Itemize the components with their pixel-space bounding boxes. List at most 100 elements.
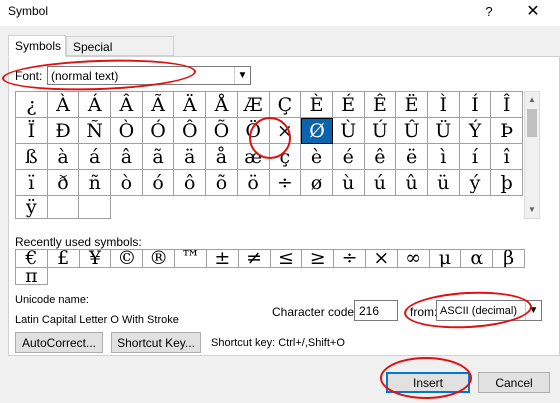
symbol-cell[interactable]: ú: [364, 170, 397, 196]
close-icon[interactable]: ✕: [518, 2, 548, 22]
symbol-cell[interactable]: Ñ: [79, 118, 112, 144]
insert-button[interactable]: Insert: [386, 372, 470, 393]
recent-symbol-cell[interactable]: ≠: [238, 250, 271, 268]
symbol-cell[interactable]: Ô: [174, 118, 207, 144]
symbol-cell[interactable]: ç: [269, 144, 302, 170]
symbol-cell[interactable]: È: [301, 92, 333, 118]
chevron-down-icon[interactable]: ▼: [234, 67, 250, 84]
symbol-cell[interactable]: Ï: [16, 118, 48, 144]
symbol-cell[interactable]: Ó: [142, 118, 175, 144]
symbol-cell[interactable]: Ç: [269, 92, 302, 118]
symbol-cell[interactable]: õ: [206, 170, 238, 196]
symbol-cell[interactable]: ¿: [16, 92, 48, 118]
symbol-cell[interactable]: Õ: [206, 118, 238, 144]
symbol-cell[interactable]: ù: [332, 170, 365, 196]
symbol-cell[interactable]: ×: [269, 118, 302, 144]
scroll-up-icon[interactable]: ▲: [525, 92, 539, 108]
symbol-cell[interactable]: æ: [237, 144, 270, 170]
recent-symbol-cell[interactable]: €: [16, 250, 48, 268]
symbol-cell[interactable]: Ò: [111, 118, 143, 144]
symbol-cell[interactable]: ß: [16, 144, 48, 170]
recent-symbol-cell[interactable]: £: [47, 250, 80, 268]
symbol-cell[interactable]: ï: [16, 170, 48, 196]
symbol-cell[interactable]: á: [79, 144, 112, 170]
symbol-cell[interactable]: ò: [111, 170, 143, 196]
symbol-cell[interactable]: [79, 196, 112, 219]
symbol-cell[interactable]: â: [111, 144, 143, 170]
symbol-cell[interactable]: è: [301, 144, 333, 170]
symbol-cell[interactable]: å: [206, 144, 238, 170]
symbol-cell[interactable]: Ä: [174, 92, 207, 118]
symbol-cell[interactable]: î: [491, 144, 523, 170]
font-dropdown[interactable]: (normal text) ▼: [47, 66, 251, 85]
symbol-cell[interactable]: Á: [79, 92, 112, 118]
symbol-cell[interactable]: Þ: [491, 118, 523, 144]
symbol-cell[interactable]: Ã: [142, 92, 175, 118]
symbol-cell[interactable]: Ë: [396, 92, 428, 118]
symbol-cell[interactable]: Î: [491, 92, 523, 118]
help-icon[interactable]: ?: [474, 2, 504, 22]
symbol-cell[interactable]: Ê: [364, 92, 397, 118]
symbol-cell[interactable]: ô: [174, 170, 207, 196]
recent-symbol-cell[interactable]: ≤: [270, 250, 303, 268]
symbol-cell[interactable]: Ö: [237, 118, 270, 144]
symbol-cell[interactable]: Å: [206, 92, 238, 118]
symbol-cell[interactable]: é: [332, 144, 365, 170]
recent-symbol-cell[interactable]: ×: [365, 250, 398, 268]
symbol-cell[interactable]: ð: [47, 170, 80, 196]
symbol-cell[interactable]: Ý: [459, 118, 492, 144]
symbol-cell[interactable]: û: [396, 170, 428, 196]
recent-symbol-cell[interactable]: ±: [206, 250, 239, 268]
chevron-down-icon[interactable]: ▼: [525, 301, 541, 320]
symbol-cell[interactable]: Ì: [427, 92, 460, 118]
symbol-cell[interactable]: Ù: [332, 118, 365, 144]
symbol-cell[interactable]: ó: [142, 170, 175, 196]
recent-symbol-cell[interactable]: ®: [143, 250, 176, 268]
symbol-cell[interactable]: ö: [237, 170, 270, 196]
symbol-cell[interactable]: ÿ: [16, 196, 48, 219]
symbol-cell[interactable]: ÷: [269, 170, 302, 196]
recent-symbol-cell[interactable]: ©: [111, 250, 144, 268]
autocorrect-button[interactable]: AutoCorrect...: [15, 332, 103, 353]
recent-symbol-cell[interactable]: ¥: [79, 250, 112, 268]
symbol-cell[interactable]: ø: [301, 170, 333, 196]
recent-symbol-cell[interactable]: µ: [429, 250, 462, 268]
symbol-cell[interactable]: ä: [174, 144, 207, 170]
symbol-cell[interactable]: Ø: [301, 118, 333, 144]
recent-symbol-cell[interactable]: ≥: [302, 250, 335, 268]
recent-symbol-cell[interactable]: ∞: [397, 250, 430, 268]
symbol-cell[interactable]: [47, 196, 80, 219]
symbol-cell[interactable]: ë: [396, 144, 428, 170]
symbol-cell[interactable]: ê: [364, 144, 397, 170]
symbol-cell[interactable]: ã: [142, 144, 175, 170]
symbol-cell[interactable]: ì: [427, 144, 460, 170]
scroll-thumb[interactable]: [527, 109, 537, 137]
symbol-cell[interactable]: Â: [111, 92, 143, 118]
recent-symbol-cell[interactable]: ÷: [334, 250, 366, 268]
scroll-down-icon[interactable]: ▼: [525, 202, 539, 218]
symbol-cell[interactable]: Í: [459, 92, 492, 118]
tab-symbols[interactable]: Symbols: [8, 35, 66, 57]
symbol-cell[interactable]: à: [47, 144, 80, 170]
from-dropdown[interactable]: ASCII (decimal) ▼: [436, 300, 542, 321]
recent-symbol-cell[interactable]: α: [461, 250, 494, 268]
recent-symbol-cell[interactable]: ™: [175, 250, 207, 268]
symbol-cell[interactable]: Æ: [237, 92, 270, 118]
symbol-cell[interactable]: þ: [491, 170, 523, 196]
tab-special-characters[interactable]: Special Characters: [66, 36, 174, 68]
symbol-cell[interactable]: Ú: [364, 118, 397, 144]
character-code-input[interactable]: 216: [354, 300, 398, 321]
symbol-cell[interactable]: ü: [427, 170, 460, 196]
symbol-cell[interactable]: í: [459, 144, 492, 170]
symbol-cell[interactable]: Ð: [47, 118, 80, 144]
symbol-cell[interactable]: É: [332, 92, 365, 118]
symbol-cell[interactable]: ý: [459, 170, 492, 196]
recent-symbol-cell[interactable]: π: [16, 267, 48, 285]
symbol-cell[interactable]: ñ: [79, 170, 112, 196]
symbol-cell[interactable]: Ü: [427, 118, 460, 144]
recent-symbol-cell[interactable]: β: [493, 250, 525, 268]
cancel-button[interactable]: Cancel: [478, 372, 550, 393]
symbol-grid-scrollbar[interactable]: ▲ ▼: [524, 91, 540, 219]
shortcut-key-button[interactable]: Shortcut Key...: [111, 332, 201, 353]
symbol-cell[interactable]: À: [47, 92, 80, 118]
